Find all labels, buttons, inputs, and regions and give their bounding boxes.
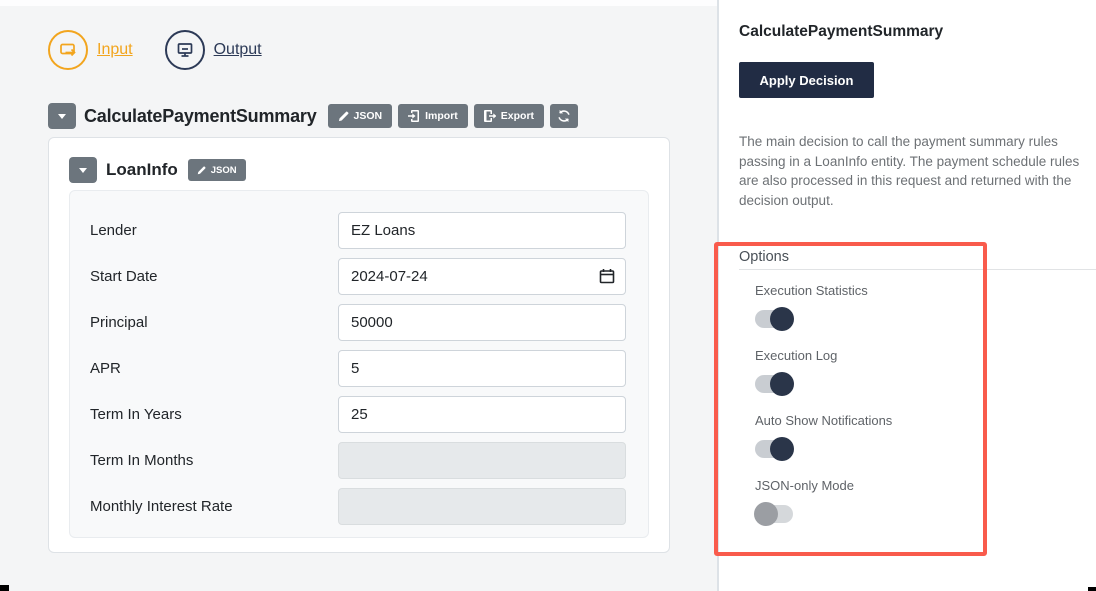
toggle-knob <box>770 307 794 331</box>
decision-description: The main decision to call the payment su… <box>739 132 1095 210</box>
field-row-monthly-interest-rate: Monthly Interest Rate <box>90 488 626 525</box>
option-label: Execution Log <box>755 348 837 363</box>
collapse-decision-button[interactable] <box>48 103 76 129</box>
execution-log-toggle[interactable] <box>755 372 795 396</box>
field-row-term-years: Term In Years <box>90 396 626 433</box>
field-row-principal: Principal <box>90 304 626 341</box>
field-label: APR <box>90 360 338 377</box>
panel-title: CalculatePaymentSummary <box>739 23 943 41</box>
input-screen-icon <box>48 30 88 70</box>
term-months-input <box>338 442 626 479</box>
lender-input[interactable] <box>338 212 626 249</box>
app: Input Output CalculatePaymentSummary <box>0 0 1096 591</box>
calendar-icon[interactable] <box>599 268 615 289</box>
refresh-button[interactable] <box>550 104 578 128</box>
io-tabs: Input Output <box>48 30 262 70</box>
pencil-icon <box>197 166 206 175</box>
toggle-knob <box>770 372 794 396</box>
field-label: Principal <box>90 314 338 331</box>
top-strip <box>0 0 717 6</box>
screenshot-artifact <box>1088 587 1096 591</box>
monthly-interest-rate-input <box>338 488 626 525</box>
output-tab-link[interactable]: Output <box>214 41 262 59</box>
field-row-term-months: Term In Months <box>90 442 626 479</box>
loaninfo-json-button[interactable]: JSON <box>188 159 246 181</box>
options-heading: Options <box>739 249 789 265</box>
field-label: Term In Years <box>90 406 338 423</box>
option-label: Auto Show Notifications <box>755 413 892 428</box>
tab-output[interactable]: Output <box>165 30 262 70</box>
screenshot-artifact <box>0 585 9 591</box>
export-button[interactable]: Export <box>474 104 544 128</box>
option-json-only-mode: JSON-only Mode <box>755 478 854 526</box>
caret-down-icon <box>79 168 87 173</box>
auto-show-notifications-toggle[interactable] <box>755 437 795 461</box>
principal-input[interactable] <box>338 304 626 341</box>
file-export-icon <box>484 110 496 122</box>
import-button[interactable]: Import <box>398 104 468 128</box>
json-only-mode-toggle[interactable] <box>755 502 795 526</box>
options-divider <box>739 269 1096 270</box>
start-date-input[interactable] <box>338 258 626 295</box>
decision-detail-panel: CalculatePaymentSummary Apply Decision T… <box>717 0 1096 591</box>
output-monitor-icon <box>165 30 205 70</box>
option-label: Execution Statistics <box>755 283 868 298</box>
loaninfo-card: LoanInfo JSON Lender Start Date <box>48 137 670 553</box>
execution-statistics-toggle[interactable] <box>755 307 795 331</box>
pencil-icon <box>338 111 349 122</box>
term-years-input[interactable] <box>338 396 626 433</box>
option-execution-log: Execution Log <box>755 348 837 396</box>
field-label: Lender <box>90 222 338 239</box>
option-auto-show-notifications: Auto Show Notifications <box>755 413 892 461</box>
collapse-loaninfo-button[interactable] <box>69 157 97 183</box>
input-pane: Input Output CalculatePaymentSummary <box>0 0 717 591</box>
caret-down-icon <box>58 114 66 119</box>
file-import-icon <box>408 110 420 122</box>
loaninfo-form: Lender Start Date <box>69 190 649 538</box>
loaninfo-title: LoanInfo <box>106 160 178 180</box>
option-label: JSON-only Mode <box>755 478 854 493</box>
field-label: Monthly Interest Rate <box>90 498 338 515</box>
decision-header: CalculatePaymentSummary JSON Import Expo… <box>48 103 578 129</box>
json-button[interactable]: JSON <box>328 104 393 128</box>
toggle-knob <box>754 502 778 526</box>
field-label: Start Date <box>90 268 338 285</box>
option-execution-statistics: Execution Statistics <box>755 283 868 331</box>
refresh-icon <box>557 109 571 123</box>
apply-decision-button[interactable]: Apply Decision <box>739 62 874 98</box>
loaninfo-header: LoanInfo JSON <box>69 157 252 183</box>
field-row-apr: APR <box>90 350 626 387</box>
apr-input[interactable] <box>338 350 626 387</box>
input-tab-link[interactable]: Input <box>97 41 133 59</box>
field-row-lender: Lender <box>90 212 626 249</box>
field-label: Term In Months <box>90 452 338 469</box>
field-row-start-date: Start Date <box>90 258 626 295</box>
toggle-knob <box>770 437 794 461</box>
decision-title: CalculatePaymentSummary <box>84 106 317 127</box>
tab-input[interactable]: Input <box>48 30 133 70</box>
